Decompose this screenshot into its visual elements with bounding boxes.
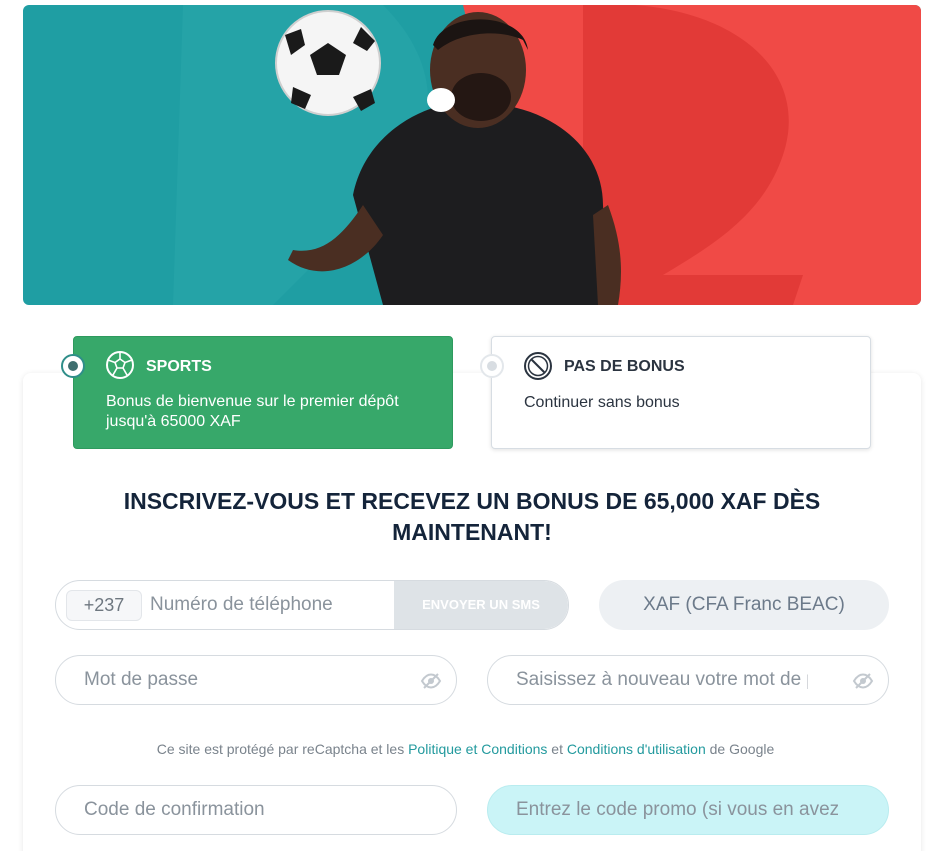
recaptcha-suffix: de Google (709, 741, 775, 757)
registration-heading-line1: INSCRIVEZ-VOUS ET RECEVEZ UN BONUS DE 65… (123, 488, 821, 514)
bonus-sports-radio[interactable] (61, 354, 85, 378)
promo-code-input[interactable]: Entrez le code promo (si vous en avez) (516, 799, 838, 821)
phone-field[interactable]: +237 Numéro de téléphone ENVOYER UN SMS (55, 580, 569, 630)
bonus-option-sports-description-line1: Bonus de bienvenue sur le premier dépôt (106, 393, 399, 410)
prohibited-icon (524, 352, 552, 380)
bonus-option-sports[interactable]: SPORTS Bonus de bienvenue sur le premier… (73, 336, 453, 449)
bonus-option-none-description: Continuer sans bonus (524, 394, 680, 411)
recaptcha-notice: Ce site est protégé par reCaptcha et les… (0, 741, 931, 757)
password-repeat-field[interactable]: Saisissez à nouveau votre mot de passe (487, 655, 889, 705)
eye-off-icon[interactable] (420, 670, 442, 692)
promo-banner (23, 5, 921, 305)
confirmation-code-field[interactable]: Code de confirmation (55, 785, 457, 835)
bonus-option-none-title: PAS DE BONUS (564, 358, 685, 375)
bonus-none-radio[interactable] (480, 354, 504, 378)
policy-link[interactable]: Politique et Conditions (408, 741, 547, 757)
registration-heading: INSCRIVEZ-VOUS ET RECEVEZ UN BONUS DE 65… (80, 486, 864, 548)
bonus-option-sports-description-line2: jusqu'à 65000 XAF (106, 413, 241, 430)
promo-code-field[interactable]: Entrez le code promo (si vous en avez) (487, 785, 889, 835)
banner-illustration (23, 5, 921, 305)
currency-select[interactable]: XAF (CFA Franc BEAC) (599, 580, 889, 630)
phone-input[interactable]: Numéro de téléphone (150, 594, 333, 616)
eye-off-icon[interactable] (852, 670, 874, 692)
bonus-option-sports-title: SPORTS (146, 358, 212, 375)
password-input[interactable]: Mot de passe (84, 669, 198, 691)
soccer-ball-icon (106, 351, 134, 379)
recaptcha-prefix: Ce site est protégé par reCaptcha et les (156, 741, 405, 757)
registration-heading-line2: MAINTENANT! (392, 519, 552, 545)
confirmation-code-input[interactable]: Code de confirmation (84, 799, 265, 821)
phone-prefix-selector[interactable]: +237 (66, 590, 142, 621)
password-field[interactable]: Mot de passe (55, 655, 457, 705)
recaptcha-middle: et (551, 741, 563, 757)
password-repeat-input[interactable]: Saisissez à nouveau votre mot de passe (516, 669, 808, 691)
bonus-option-none[interactable]: PAS DE BONUS Continuer sans bonus (491, 336, 871, 449)
terms-link[interactable]: Conditions d'utilisation (567, 741, 706, 757)
send-sms-button[interactable]: ENVOYER UN SMS (394, 581, 568, 629)
